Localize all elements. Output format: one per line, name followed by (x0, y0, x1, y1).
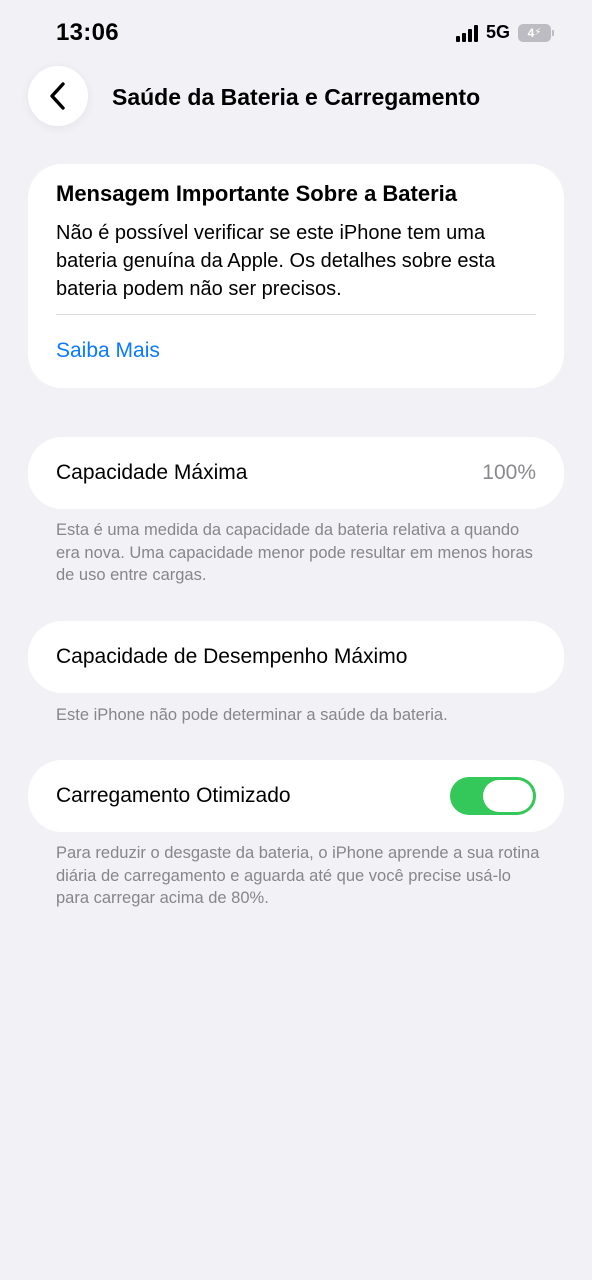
message-body: Não é possível verificar se este iPhone … (56, 222, 496, 300)
peak-performance-footnote: Este iPhone não pode determinar a saúde … (56, 706, 448, 724)
optimized-charging-row: Carregamento Otimizado (28, 760, 564, 832)
max-capacity-row: Capacidade Máxima 100% (28, 437, 564, 509)
status-icons: 5G 4 ⚡ (455, 22, 554, 43)
learn-more-link[interactable]: Saiba Mais (56, 339, 160, 363)
max-capacity-footnote: Esta é uma medida da capacidade da bater… (56, 521, 533, 584)
optimized-charging-toggle[interactable] (450, 777, 536, 815)
max-capacity-label: Capacidade Máxima (56, 461, 248, 484)
peak-performance-label: Capacidade de Desempenho Máximo (56, 645, 408, 668)
status-bar: 13:06 5G 4 ⚡ (0, 0, 592, 66)
status-time: 13:06 (56, 19, 119, 46)
toggle-knob (483, 780, 533, 812)
battery-message-card: Mensagem Importante Sobre a Bateria Não … (28, 164, 564, 388)
chevron-left-icon (50, 82, 65, 110)
message-title: Mensagem Importante Sobre a Bateria (56, 181, 458, 206)
page-title: Saúde da Bateria e Carregamento (112, 84, 481, 110)
max-capacity-value: 100% (482, 461, 536, 484)
battery-charging-icon: 4 ⚡ (518, 23, 554, 42)
back-button[interactable] (28, 66, 88, 126)
divider (56, 314, 536, 315)
optimized-charging-footnote: Para reduzir o desgaste da bateria, o iP… (56, 844, 540, 907)
network-type: 5G (485, 22, 510, 42)
peak-performance-row: Capacidade de Desempenho Máximo (28, 621, 564, 693)
cellular-signal-icon (455, 24, 478, 42)
battery-label: 4 (527, 25, 535, 40)
charging-bolt-icon: ⚡ (534, 27, 542, 38)
optimized-charging-label: Carregamento Otimizado (56, 784, 291, 807)
